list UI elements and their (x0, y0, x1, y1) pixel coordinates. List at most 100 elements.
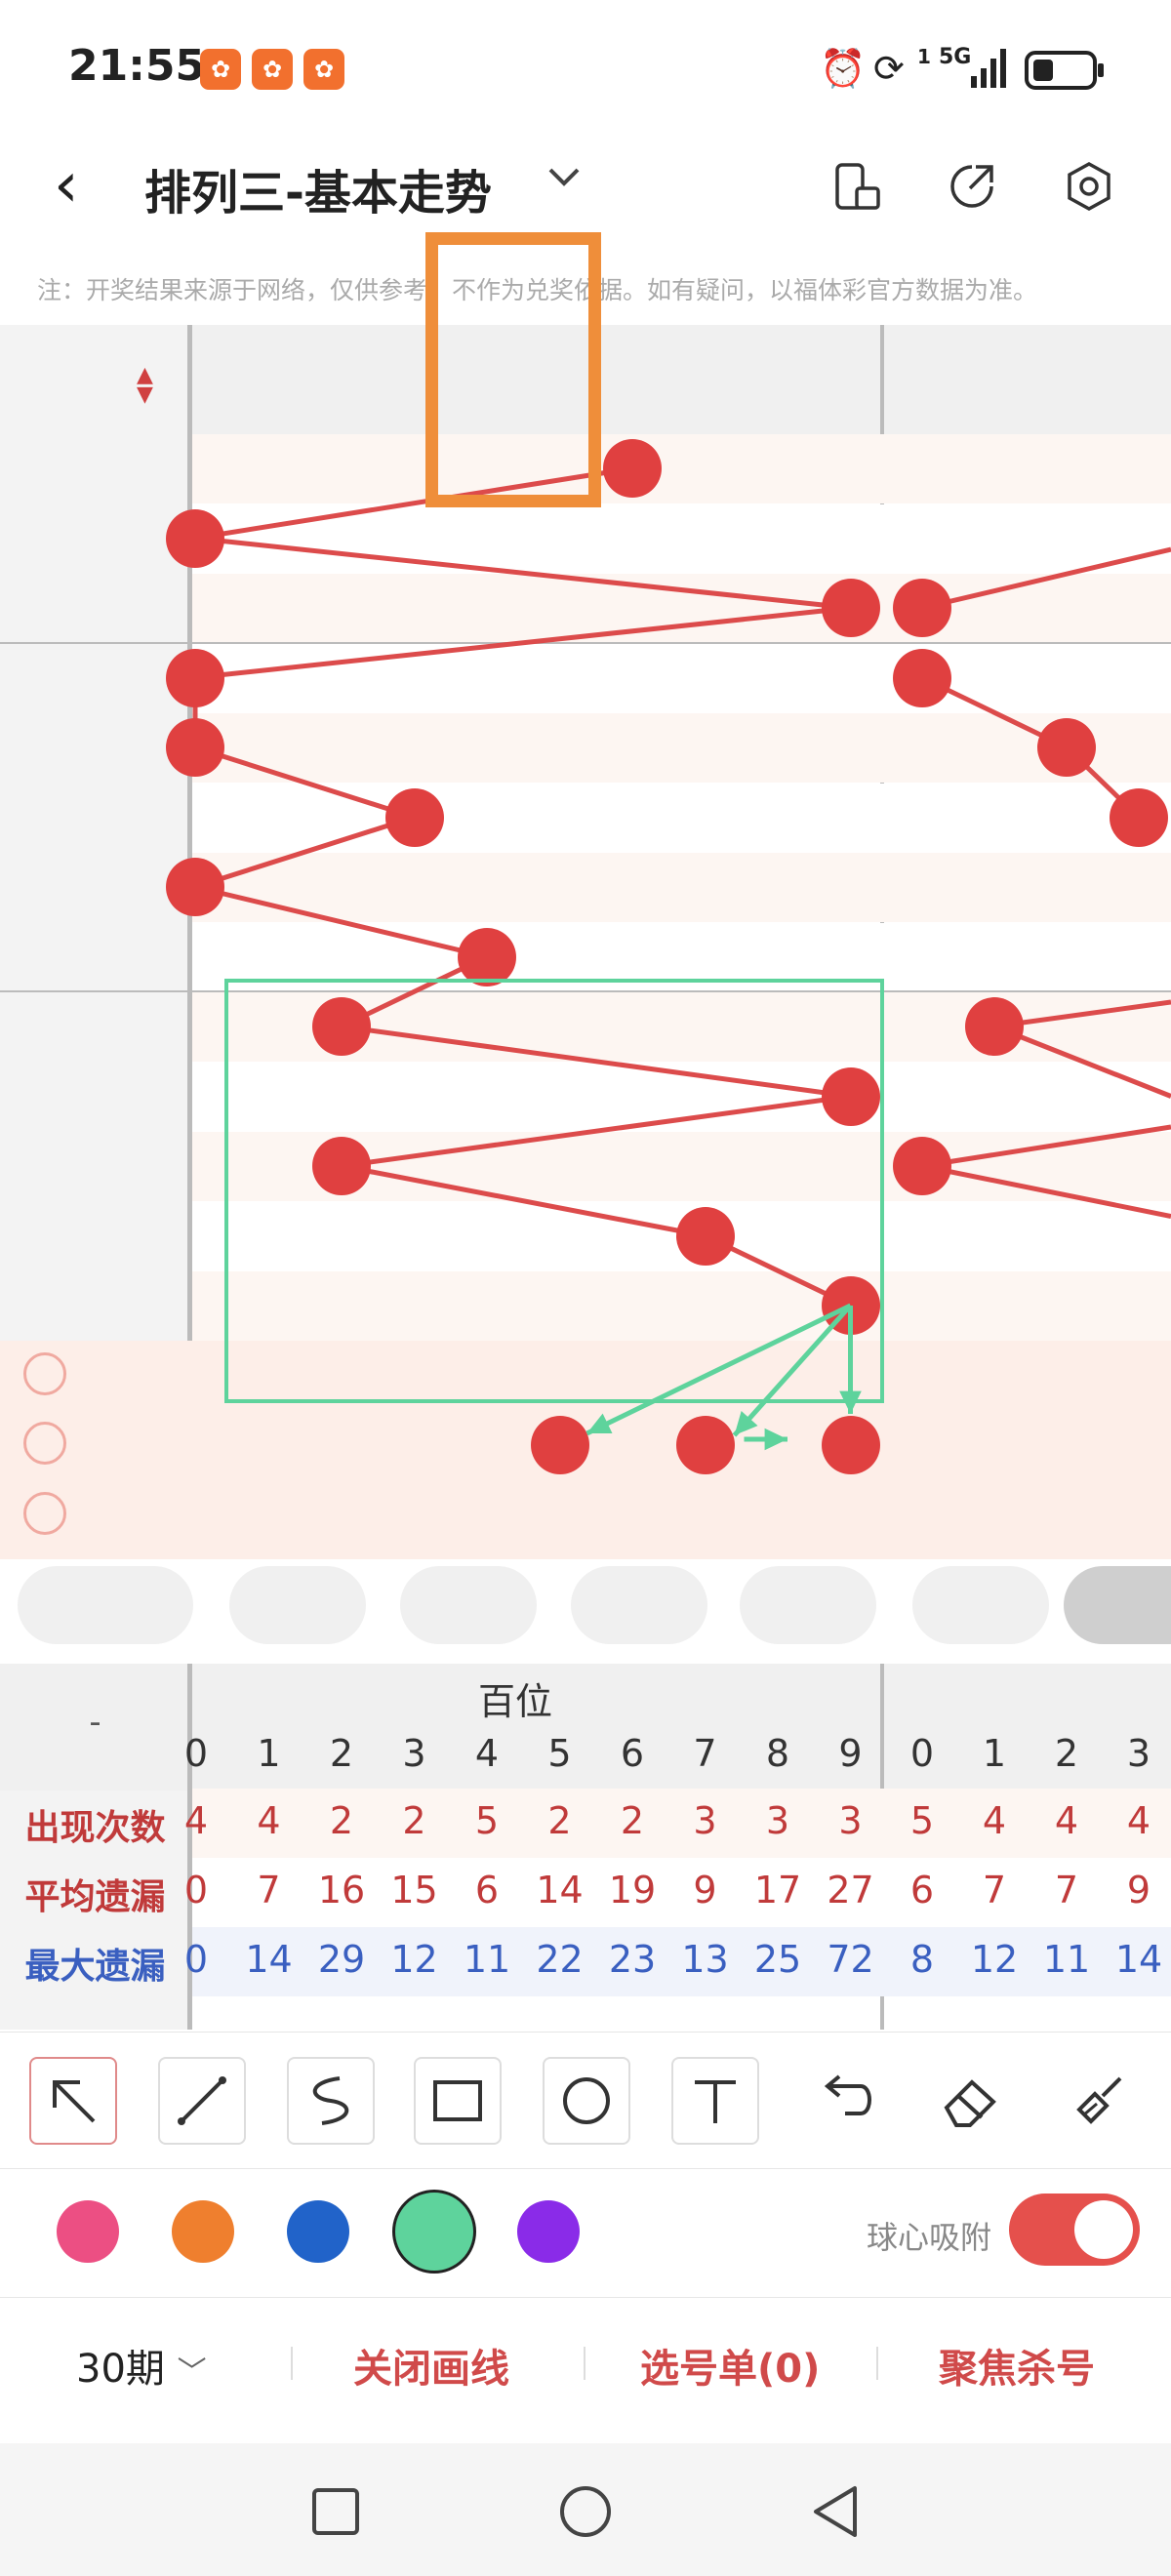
stats-cell: 5 (909, 1799, 935, 1842)
alarm-icon: ⏰ (820, 47, 867, 90)
stats-cell: 4 (982, 1799, 1007, 1842)
action-button[interactable] (740, 1566, 876, 1644)
notification-app-icon: ✿ (252, 49, 293, 90)
home-icon[interactable] (558, 2484, 613, 2543)
table-row (192, 713, 1171, 783)
signal-icon (971, 47, 1010, 92)
settings-icon[interactable] (1064, 161, 1114, 212)
digit-header: 3 (402, 1732, 426, 1775)
stats-cell: 4 (1054, 1799, 1079, 1842)
table-row (192, 922, 1171, 992)
focus-kill-button[interactable]: 聚焦杀号 (939, 2337, 1095, 2394)
action-button[interactable] (18, 1566, 193, 1644)
rotate-screen-icon[interactable] (831, 161, 882, 212)
stats-cell: 0 (183, 1869, 209, 1912)
drawn-ball (1110, 787, 1168, 847)
digit-header: 5 (547, 1732, 572, 1775)
recent-apps-icon[interactable] (310, 2486, 361, 2541)
share-icon[interactable] (947, 161, 997, 212)
collapse-button[interactable] (1064, 1566, 1171, 1644)
title-dropdown-icon[interactable] (545, 156, 584, 205)
stats-cell: 2 (547, 1799, 572, 1842)
select-radio[interactable] (23, 1422, 66, 1465)
selected-ball[interactable] (821, 1416, 880, 1474)
color-swatch[interactable] (287, 2200, 349, 2263)
stats-cell: 4 (257, 1799, 281, 1842)
pick-list-button[interactable]: 选号单(0) (640, 2337, 820, 2394)
stats-cell: 11 (463, 1938, 511, 1981)
digit-header: 8 (765, 1732, 790, 1775)
table-row (192, 434, 1171, 503)
action-button[interactable] (571, 1566, 707, 1644)
close-drawing-button[interactable]: 关闭画线 (353, 2337, 509, 2394)
period-select[interactable]: 30期 ﹀ (76, 2337, 207, 2394)
action-button[interactable] (229, 1566, 366, 1644)
curve-tool[interactable] (287, 2057, 375, 2145)
stats-cell: 8 (909, 1938, 935, 1981)
stats-cell: 19 (608, 1869, 657, 1912)
drawn-ball (821, 1276, 880, 1335)
drawn-ball (458, 927, 516, 986)
sort-icon[interactable]: ▲ ▼ (137, 365, 153, 406)
stats-cell: 9 (693, 1869, 717, 1912)
stats-cell: 7 (257, 1869, 281, 1912)
stats-cell: 7 (982, 1869, 1007, 1912)
notification-app-icon: ✿ (303, 49, 344, 90)
line-tool[interactable] (158, 2057, 246, 2145)
battery-icon (1025, 51, 1105, 94)
rectangle-tool[interactable] (414, 2057, 502, 2145)
select-arrow-tool[interactable] (29, 2057, 117, 2145)
color-swatch[interactable] (57, 2200, 119, 2263)
stats-cell: 6 (474, 1869, 500, 1912)
drawn-ball (893, 579, 951, 637)
action-button[interactable] (912, 1566, 1049, 1644)
digit-header: 3 (1126, 1732, 1151, 1775)
stats-cell: 6 (909, 1869, 935, 1912)
select-radio[interactable] (23, 1351, 66, 1395)
circle-tool[interactable] (543, 2057, 630, 2145)
undo-icon[interactable] (800, 2057, 884, 2141)
selected-ball[interactable] (530, 1416, 589, 1474)
digit-header: 0 (909, 1732, 935, 1775)
page-title[interactable]: 排列三-基本走势 (144, 154, 492, 222)
digit-header: 2 (329, 1732, 354, 1775)
notification-app-icon: ✿ (200, 49, 241, 90)
nav-back-icon[interactable] (808, 2484, 863, 2543)
digit-header: 1 (982, 1732, 1007, 1775)
magnet-toggle[interactable] (1009, 2194, 1140, 2266)
digit-header: 6 (620, 1732, 645, 1775)
drawn-ball (312, 997, 371, 1056)
drawn-ball (166, 508, 224, 568)
color-swatch[interactable] (392, 2190, 476, 2274)
divider (584, 2347, 586, 2380)
stats-cell: 2 (620, 1799, 645, 1842)
back-button[interactable]: ‹ (54, 146, 79, 224)
stats-cell: 7 (1054, 1869, 1079, 1912)
digit-header: 7 (693, 1732, 717, 1775)
table-row (192, 643, 1171, 713)
stats-cell: 12 (390, 1938, 438, 1981)
drawn-ball (893, 1137, 951, 1195)
magnet-label: 球心吸附 (867, 2219, 992, 2256)
selected-ball[interactable] (675, 1416, 735, 1474)
color-swatch[interactable] (517, 2200, 580, 2263)
digit-header: 2 (1054, 1732, 1079, 1775)
stats-cell: 14 (1114, 1938, 1163, 1981)
divider (876, 2347, 878, 2380)
text-tool[interactable] (671, 2057, 759, 2145)
clear-brush-icon[interactable] (1058, 2057, 1142, 2141)
table-row (192, 1062, 1171, 1132)
divider (291, 2347, 293, 2380)
drawn-ball (1037, 718, 1096, 777)
eraser-icon[interactable] (929, 2057, 1013, 2141)
row-separator (0, 990, 1171, 992)
color-swatch[interactable] (172, 2200, 234, 2263)
table-row (192, 574, 1171, 643)
action-button[interactable] (400, 1566, 537, 1644)
table-row (192, 503, 1171, 574)
select-radio[interactable] (23, 1491, 66, 1535)
stats-cell: 11 (1042, 1938, 1091, 1981)
header-bg (190, 325, 1171, 452)
drawn-ball (965, 997, 1024, 1056)
drawn-ball (893, 648, 951, 707)
